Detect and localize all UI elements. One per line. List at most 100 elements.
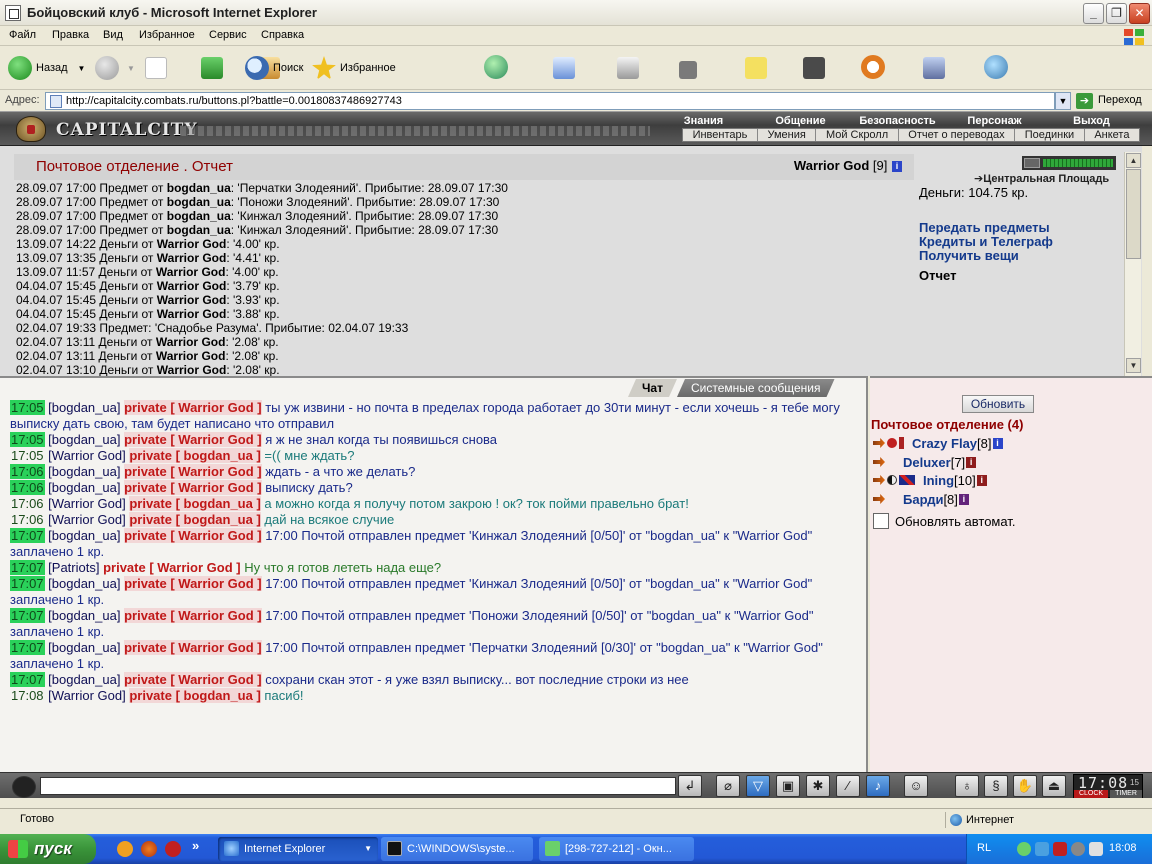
private-recipient[interactable]: private [ Warrior God ]	[124, 432, 262, 447]
message-author[interactable]: bogdan_ua	[52, 640, 117, 655]
tray-icq-icon[interactable]	[1017, 842, 1031, 856]
message-author[interactable]: Warrior God	[52, 448, 122, 463]
tab-chat[interactable]: Чат	[628, 379, 677, 397]
message-time[interactable]: 17:06	[10, 464, 45, 479]
message-author[interactable]: bogdan_ua	[52, 480, 117, 495]
quicklaunch-more-icon[interactable]: »	[192, 838, 199, 853]
edit-icon[interactable]	[679, 61, 698, 79]
bag-icon[interactable]: ♁	[955, 775, 979, 797]
message-author[interactable]: Warrior God	[52, 512, 122, 527]
tray-antivirus-icon[interactable]	[1053, 842, 1067, 856]
message-time[interactable]: 17:05	[10, 400, 45, 415]
minimize-button[interactable]: _	[1083, 3, 1104, 24]
message-author[interactable]: bogdan_ua	[52, 672, 117, 687]
scroll-up-icon[interactable]: ▲	[1126, 153, 1141, 168]
back-dropdown-icon[interactable]: ▼	[78, 64, 86, 73]
auto-update-option[interactable]: Обновлять автомат.	[873, 513, 1015, 529]
nav-character[interactable]: Персонаж	[946, 114, 1043, 128]
refresh-icon[interactable]	[201, 57, 224, 79]
tray-volume-icon[interactable]	[1089, 842, 1103, 856]
message-author[interactable]: bogdan_ua	[52, 464, 117, 479]
scroll-icon[interactable]: §	[984, 775, 1008, 797]
nav-battles[interactable]: Поединки	[1015, 129, 1085, 141]
message-time[interactable]: 17:07	[10, 608, 45, 623]
private-recipient[interactable]: private [ Warrior God ]	[124, 480, 262, 495]
refresh-button[interactable]: Обновить	[962, 395, 1034, 413]
notes-icon[interactable]	[745, 57, 768, 79]
message-time[interactable]: 17:06	[10, 512, 45, 527]
private-recipient[interactable]: private [ bogdan_ua ]	[129, 496, 261, 511]
private-arrow-icon[interactable]	[873, 457, 885, 467]
scroll-thumb[interactable]	[1126, 169, 1141, 259]
print-icon[interactable]	[616, 57, 639, 79]
smiles-toggle-icon[interactable]: ⁄	[836, 775, 860, 797]
send-icon[interactable]: ↲	[678, 775, 702, 797]
save-icon[interactable]: ▣	[776, 775, 800, 797]
go-button[interactable]: Переход	[1098, 94, 1142, 106]
nav-skills[interactable]: Умения	[758, 129, 817, 141]
nav-transfer-report[interactable]: Отчет о переводах	[899, 129, 1016, 141]
nav-profile[interactable]: Анкета	[1085, 129, 1139, 141]
messenger-k-icon[interactable]	[802, 57, 825, 79]
stop-icon[interactable]	[145, 57, 167, 79]
send-items-link[interactable]: Передать предметы	[919, 220, 1050, 235]
user-info-icon[interactable]: i	[976, 474, 987, 486]
private-recipient[interactable]: private [ bogdan_ua ]	[129, 448, 261, 463]
message-time[interactable]: 17:07	[10, 528, 45, 543]
message-author[interactable]: Patriots	[52, 560, 96, 575]
message-author[interactable]: bogdan_ua	[52, 400, 117, 415]
nav-exit[interactable]: Выход	[1043, 114, 1140, 128]
menu-file[interactable]: Файл	[9, 29, 36, 41]
private-recipient[interactable]: private [ Warrior God ]	[124, 640, 262, 655]
message-time[interactable]: 17:06	[10, 480, 45, 495]
user-info-icon[interactable]: i	[992, 437, 1003, 449]
history-icon[interactable]	[484, 55, 509, 79]
go-arrow-icon[interactable]: ➔	[1076, 93, 1093, 109]
nav-inventory[interactable]: Инвентарь	[683, 129, 758, 141]
auto-update-checkbox[interactable]	[873, 513, 889, 529]
private-recipient[interactable]: private [ Warrior God ]	[124, 576, 262, 591]
scroll-down-icon[interactable]: ▼	[1126, 358, 1141, 373]
message-author[interactable]: bogdan_ua	[52, 608, 117, 623]
tray-network-icon[interactable]	[1035, 842, 1049, 856]
main-scrollbar[interactable]: ▲ ▼	[1124, 152, 1141, 376]
private-recipient[interactable]: private [ Warrior God ]	[124, 400, 262, 415]
nav-my-scroll[interactable]: Мой Скролл	[816, 129, 899, 141]
task-group-icon[interactable]: ▼	[364, 837, 372, 861]
user-name[interactable]: Ining	[923, 473, 954, 488]
filter-icon[interactable]: ▽	[746, 775, 770, 797]
message-author[interactable]: Warrior God	[52, 688, 122, 703]
research-icon[interactable]	[923, 57, 946, 79]
tab-system-messages[interactable]: Системные сообщения	[677, 379, 835, 397]
nav-communication[interactable]: Общение	[752, 114, 849, 128]
user-info-icon[interactable]: i	[966, 456, 977, 468]
clear-icon[interactable]: ⌀	[716, 775, 740, 797]
message-time[interactable]: 17:07	[10, 672, 45, 687]
private-recipient[interactable]: private [ Warrior God ]	[124, 528, 262, 543]
at-mail-icon[interactable]	[861, 55, 886, 79]
mail-icon[interactable]	[553, 57, 576, 79]
menu-tools[interactable]: Сервис	[209, 29, 247, 41]
task-chat-window[interactable]: [298-727-212] - Окн...	[539, 837, 694, 861]
location-link[interactable]: ➔Центральная Площадь	[974, 172, 1109, 185]
message-time[interactable]: 17:07	[10, 560, 45, 575]
task-internet-explorer[interactable]: Internet Explorer ▼	[218, 837, 378, 861]
address-dropdown-icon[interactable]: ▼	[1055, 92, 1071, 110]
menu-help[interactable]: Справка	[261, 29, 304, 41]
private-recipient[interactable]: private [ bogdan_ua ]	[129, 688, 261, 703]
message-author[interactable]: bogdan_ua	[52, 528, 117, 543]
language-indicator[interactable]: RL	[977, 842, 991, 854]
quicklaunch-firefox-icon[interactable]	[141, 841, 157, 857]
user-name[interactable]: Барди	[903, 492, 943, 507]
timer-label[interactable]: TIMER	[1110, 790, 1142, 798]
message-time[interactable]: 17:07	[10, 640, 45, 655]
private-recipient[interactable]: private [ Warrior God ]	[124, 608, 262, 623]
contacts-icon[interactable]	[983, 55, 1008, 79]
clock-label[interactable]: CLOCK	[1074, 790, 1108, 798]
hands-icon[interactable]: ✋	[1013, 775, 1037, 797]
message-time[interactable]: 17:08	[10, 688, 45, 703]
private-recipient[interactable]: private [ Warrior God ]	[124, 672, 262, 687]
close-button[interactable]: ✕	[1129, 3, 1150, 24]
nav-knowledge[interactable]: Знания	[655, 114, 752, 128]
tray-settings-icon[interactable]	[1071, 842, 1085, 856]
